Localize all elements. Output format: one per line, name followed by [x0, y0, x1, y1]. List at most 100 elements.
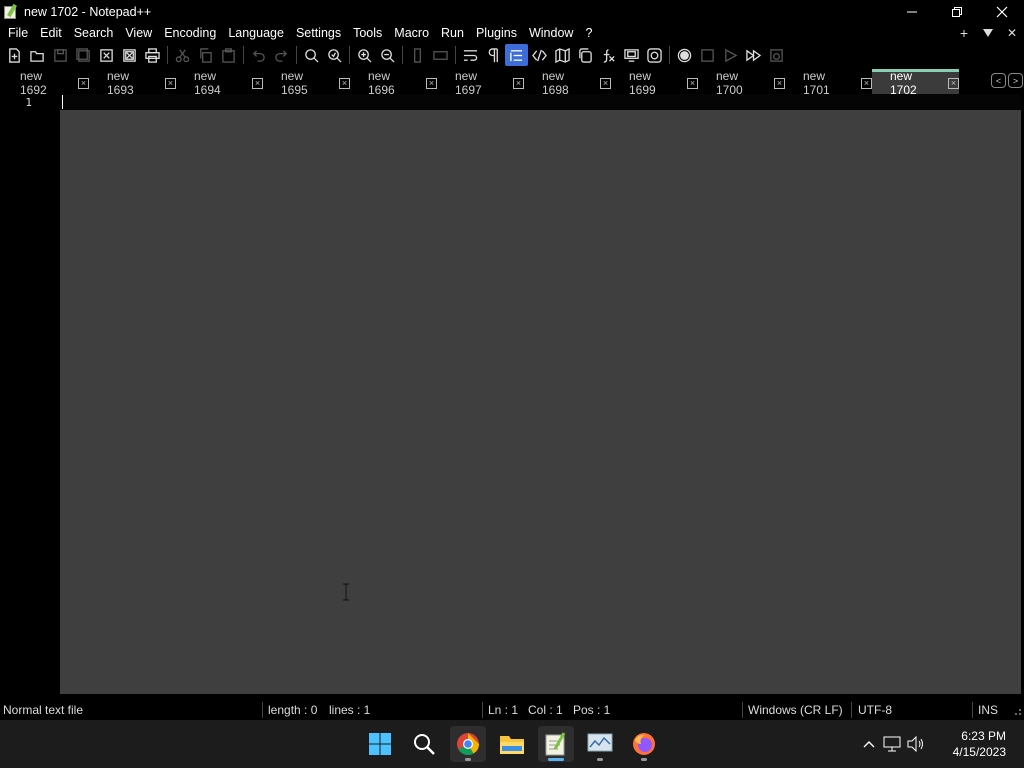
replace-button[interactable] [323, 44, 346, 66]
taskbar-firefox[interactable] [626, 726, 662, 762]
show-all-characters-button[interactable] [482, 44, 505, 66]
sync-horizontal-button[interactable] [429, 44, 452, 66]
tab-close-icon[interactable]: × [948, 77, 959, 89]
cut-button[interactable] [171, 44, 194, 66]
taskbar-app-chart[interactable] [582, 726, 618, 762]
restore-button[interactable] [934, 0, 979, 23]
menu-help[interactable]: ? [579, 23, 598, 43]
open-file-button[interactable] [26, 44, 49, 66]
close-document-button[interactable]: ✕ [1000, 23, 1024, 43]
macro-stop-button[interactable] [696, 44, 719, 66]
menu-plugins[interactable]: Plugins [470, 23, 523, 43]
active-indicator [548, 758, 564, 761]
user-defined-language-button[interactable] [528, 44, 551, 66]
macro-save-button[interactable] [765, 44, 788, 66]
tab-close-icon[interactable]: × [774, 77, 785, 89]
taskbar-chrome[interactable] [450, 726, 486, 762]
network-button[interactable] [880, 736, 904, 752]
search-icon [414, 734, 435, 755]
word-wrap-button[interactable] [459, 44, 482, 66]
tab-new-1696[interactable]: new 1696 × [350, 69, 437, 97]
tab-new-1693[interactable]: new 1693 × [89, 69, 176, 97]
document-list-button[interactable] [574, 44, 597, 66]
copy-button[interactable] [194, 44, 217, 66]
start-button[interactable] [362, 726, 398, 762]
undo-button[interactable] [247, 44, 270, 66]
status-insert-mode[interactable]: INS [978, 700, 998, 720]
find-button[interactable] [300, 44, 323, 66]
menu-settings[interactable]: Settings [290, 23, 347, 43]
tab-close-icon[interactable]: × [339, 77, 350, 89]
save-all-button[interactable] [72, 44, 95, 66]
paste-button[interactable] [217, 44, 240, 66]
menu-file[interactable]: File [0, 23, 34, 43]
close-all-button[interactable] [118, 44, 141, 66]
restore-icon [951, 6, 962, 17]
tab-close-icon[interactable]: × [600, 77, 611, 89]
monitoring-button[interactable] [643, 44, 666, 66]
new-file-button[interactable] [3, 44, 26, 66]
tab-new-1701[interactable]: new 1701 × [785, 69, 872, 97]
tab-new-1697[interactable]: new 1697 × [437, 69, 524, 97]
status-encoding[interactable]: UTF-8 [858, 700, 892, 720]
status-divider [482, 702, 483, 718]
print-button[interactable] [141, 44, 164, 66]
volume-button[interactable] [904, 736, 928, 752]
new-tab-button[interactable]: + [952, 23, 976, 43]
tab-new-1699[interactable]: new 1699 × [611, 69, 698, 97]
record-icon [677, 48, 692, 62]
minimize-button[interactable] [889, 0, 934, 23]
menu-search[interactable]: Search [68, 23, 120, 43]
taskbar-clock[interactable]: 6:23 PM 4/15/2023 [953, 728, 1006, 760]
sync-vertical-button[interactable] [406, 44, 429, 66]
menu-encoding[interactable]: Encoding [158, 23, 222, 43]
close-file-button[interactable] [95, 44, 118, 66]
save-button[interactable] [49, 44, 72, 66]
tab-new-1702[interactable]: new 1702 × [872, 69, 959, 97]
zoom-out-button[interactable] [376, 44, 399, 66]
menu-language[interactable]: Language [222, 23, 290, 43]
tab-new-1694[interactable]: new 1694 × [176, 69, 263, 97]
tab-new-1692[interactable]: new 1692 × [2, 69, 89, 97]
menu-view[interactable]: View [119, 23, 158, 43]
tab-close-icon[interactable]: × [861, 77, 872, 89]
tab-close-icon[interactable]: × [165, 77, 176, 89]
tab-scroll-left-button[interactable]: < [991, 73, 1006, 88]
zoom-in-button[interactable] [353, 44, 376, 66]
menu-run[interactable]: Run [435, 23, 470, 43]
close-button[interactable] [979, 0, 1024, 23]
macro-record-button[interactable] [673, 44, 696, 66]
status-divider [972, 702, 973, 718]
status-eol-format[interactable]: Windows (CR LF) [748, 700, 843, 720]
tab-close-icon[interactable]: × [426, 77, 437, 89]
resize-grip-icon[interactable] [1012, 706, 1022, 716]
menu-tools[interactable]: Tools [347, 23, 388, 43]
sync-vertical-icon [414, 47, 421, 63]
tab-scroll-right-button[interactable]: > [1008, 73, 1023, 88]
folder-as-workspace-button[interactable] [620, 44, 643, 66]
text-editor[interactable] [60, 94, 1021, 694]
show-hidden-icons-button[interactable] [858, 740, 880, 748]
function-list-button[interactable] [597, 44, 620, 66]
indent-guide-button[interactable] [505, 44, 528, 66]
menu-window[interactable]: Window [523, 23, 579, 43]
tab-new-1698[interactable]: new 1698 × [524, 69, 611, 97]
macro-play-button[interactable] [719, 44, 742, 66]
tab-new-1695[interactable]: new 1695 × [263, 69, 350, 97]
taskbar-notepad-plus-plus[interactable] [538, 726, 574, 762]
tab-close-icon[interactable]: × [687, 77, 698, 89]
tab-new-1700[interactable]: new 1700 × [698, 69, 785, 97]
tab-close-icon[interactable]: × [252, 77, 263, 89]
tab-list-button[interactable] [976, 23, 1000, 43]
document-map-button[interactable] [551, 44, 574, 66]
tab-label: new 1702 [890, 69, 917, 97]
menu-edit[interactable]: Edit [34, 23, 68, 43]
redo-button[interactable] [270, 44, 293, 66]
tab-close-icon[interactable]: × [78, 77, 89, 89]
taskbar-search-button[interactable] [406, 726, 442, 762]
taskbar-file-explorer[interactable] [494, 726, 530, 762]
tab-close-icon[interactable]: × [513, 77, 524, 89]
macro-run-multiple-button[interactable] [742, 44, 765, 66]
close-all-icon [123, 48, 136, 62]
menu-macro[interactable]: Macro [388, 23, 435, 43]
